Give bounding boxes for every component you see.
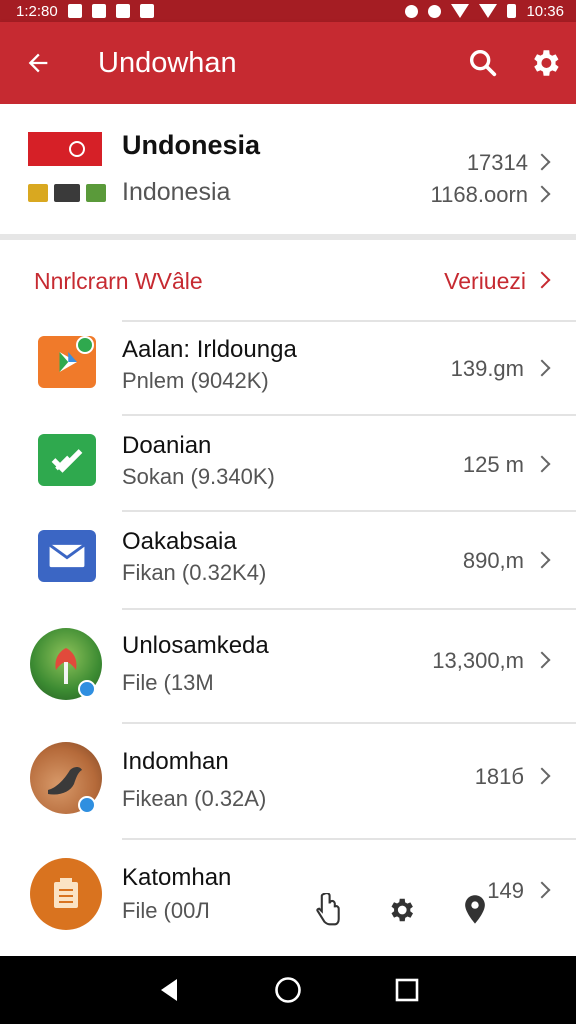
document-icon	[30, 858, 102, 930]
location-button[interactable]	[460, 892, 490, 928]
mail-icon	[38, 530, 96, 582]
item-meta: Pnlem (9042K)	[122, 368, 269, 393]
cog-icon	[391, 898, 413, 922]
status-bar: 1:2:80 10:36	[0, 0, 576, 22]
status-clock: 10:36	[526, 2, 564, 20]
nav-home-button[interactable]	[268, 970, 308, 1010]
chevron-right-icon	[533, 767, 551, 785]
verified-icon	[78, 796, 96, 814]
item-meta: Sokan (9.340K)	[122, 464, 275, 489]
triangle-back-icon	[161, 979, 178, 1001]
notification-icon	[67, 4, 82, 18]
chevron-right-icon	[533, 185, 551, 203]
hand-button[interactable]	[312, 892, 342, 928]
list-item[interactable]: Aalan: Irldounga Pnlem (9042K) 139.gm	[0, 320, 576, 414]
item-size: 181б	[474, 764, 524, 789]
item-title: Aalan: Irldounga	[122, 336, 297, 363]
battery-icon	[507, 4, 517, 18]
section-title: Nnrlcrarn WVâle	[34, 268, 203, 294]
notification-icon	[139, 4, 154, 18]
chevron-right-icon	[533, 359, 551, 377]
notification-icon	[91, 4, 106, 18]
item-title: Katomhan	[122, 864, 232, 891]
circle-home-icon	[275, 977, 301, 1003]
search-icon	[469, 49, 497, 77]
item-meta: Fikean (0.32A)	[122, 786, 267, 811]
country-value-top: 17314	[466, 150, 528, 175]
item-title: Indomhan	[122, 748, 229, 775]
location-pin-icon	[465, 895, 485, 924]
search-button[interactable]	[452, 22, 514, 104]
arrow-left-icon	[28, 53, 48, 73]
notification-icon	[115, 4, 130, 18]
country-subtitle: Indonesia	[122, 178, 231, 206]
item-meta: Fikan (0.32K4)	[122, 560, 267, 585]
list-item[interactable]: Indomhan Fikean (0.32A) 181б	[0, 722, 576, 838]
chevron-right-icon	[533, 271, 551, 289]
chevron-right-icon	[533, 651, 551, 669]
nav-back-button[interactable]	[149, 970, 189, 1010]
hand-icon	[316, 893, 340, 926]
chevron-right-icon	[533, 153, 551, 171]
quick-actions	[312, 892, 490, 928]
item-size: 13,300,m	[432, 648, 524, 673]
flag-image	[28, 132, 102, 166]
country-name: Undonesia	[122, 130, 261, 160]
square-recents-icon	[395, 978, 418, 1002]
page-title: Undowhan	[98, 46, 237, 79]
chevron-right-icon	[533, 551, 551, 569]
item-size: 125 m	[462, 452, 524, 477]
app-bar: Undowhan	[0, 22, 576, 104]
app-list: Aalan: Irldounga Pnlem (9042K) 139.gm Do…	[0, 320, 576, 958]
item-title: Unlosamkeda	[122, 632, 269, 659]
item-size: 139.gm	[450, 356, 524, 381]
partner-logos	[28, 184, 106, 202]
alarm-icon	[405, 4, 419, 18]
list-item[interactable]: Doanian Sokan (9.340K) 125 m	[0, 414, 576, 510]
back-button[interactable]	[0, 22, 76, 104]
gear-icon	[534, 50, 559, 76]
country-value-bottom: 1168.oorn	[430, 182, 528, 207]
verified-icon	[78, 680, 96, 698]
check-app-icon	[38, 434, 96, 486]
wifi-icon	[451, 4, 470, 18]
list-item[interactable]: Oakabsaia Fikan (0.32K4) 890,m	[0, 510, 576, 608]
item-meta: File (13M	[122, 670, 214, 695]
item-meta: File (00Л	[122, 898, 210, 923]
chevron-right-icon	[533, 455, 551, 473]
item-size: 149	[487, 878, 524, 903]
navigation-bar	[0, 956, 576, 1024]
view-all-link[interactable]: Veriuezi	[444, 268, 526, 295]
item-title: Oakabsaia	[122, 528, 237, 555]
item-title: Doanian	[122, 432, 212, 459]
location-icon	[428, 4, 442, 18]
chevron-right-icon	[533, 881, 551, 899]
item-size: 890,m	[462, 548, 524, 573]
list-item[interactable]: Unlosamkeda File (13M 13,300,m	[0, 608, 576, 722]
status-time: 1:2:80	[16, 2, 58, 20]
signal-icon	[479, 4, 498, 18]
country-header[interactable]: Undonesia Indonesia 17314 1168.oorn	[0, 104, 576, 234]
settings-button[interactable]	[514, 22, 576, 104]
section-header: Nnrlcrarn WVâle Veriuezi	[0, 240, 576, 320]
cog-button[interactable]	[386, 892, 416, 928]
nav-recents-button[interactable]	[387, 970, 427, 1010]
